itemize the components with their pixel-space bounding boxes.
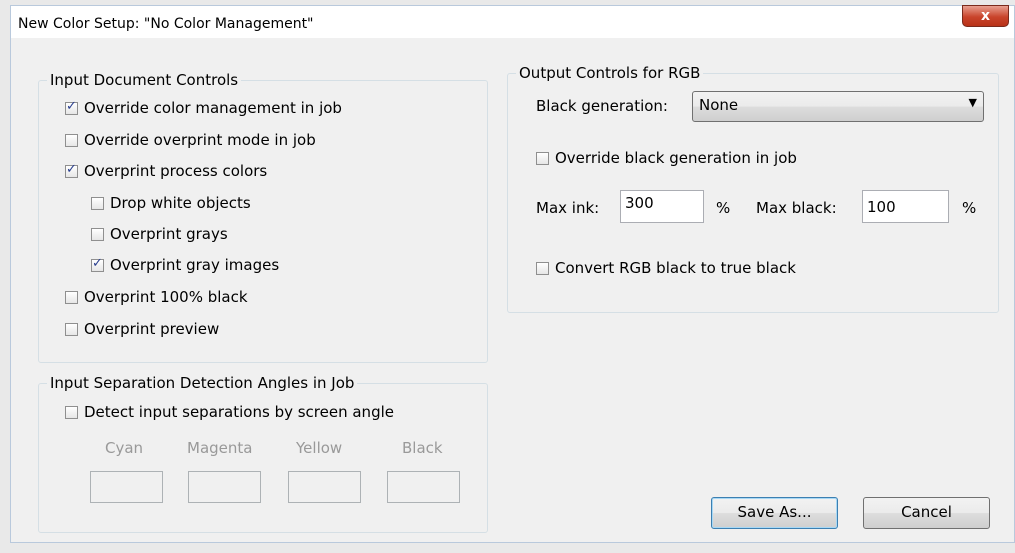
checkbox-label: Overprint gray images [110,256,280,274]
overprint-100-black-checkbox[interactable]: Overprint 100% black [65,288,248,306]
magenta-angle-input[interactable] [188,471,261,503]
checkbox-label: Convert RGB black to true black [555,259,796,277]
black-generation-select[interactable]: None ▼ [692,91,984,122]
checkbox-icon[interactable] [536,261,549,275]
drop-white-objects-checkbox[interactable]: Drop white objects [91,194,251,212]
overprint-process-colors-checkbox[interactable]: Overprint process colors [65,162,267,180]
override-overprint-mode-checkbox[interactable]: Override overprint mode in job [65,131,316,149]
separation-angles-group: Input Separation Detection Angles in Job… [38,374,488,533]
checkbox-icon[interactable] [65,162,78,178]
black-generation-value: None [699,96,739,114]
color-setup-dialog: New Color Setup: "No Color Management" x… [10,5,1015,543]
black-generation-label: Black generation: [536,97,668,115]
checkbox-icon[interactable] [65,405,78,419]
cyan-label: Cyan [105,439,144,457]
cancel-button[interactable]: Cancel [863,497,990,529]
separation-angles-legend: Input Separation Detection Angles in Job [47,374,358,392]
checkbox-icon[interactable] [91,227,104,241]
checkbox-label: Drop white objects [110,194,251,212]
max-black-label: Max black: [756,199,837,217]
dropdown-arrow-icon: ▼ [968,96,977,109]
overprint-grays-checkbox[interactable]: Overprint grays [91,225,228,243]
checkbox-icon[interactable] [65,99,78,115]
checkbox-label: Override black generation in job [555,149,797,167]
checkbox-label: Detect input separations by screen angle [84,403,394,421]
black-angle-input[interactable] [387,471,460,503]
input-document-controls-legend: Input Document Controls [47,71,242,89]
checkbox-label: Overprint grays [110,225,228,243]
checkbox-label: Override overprint mode in job [84,131,316,149]
magenta-label: Magenta [187,439,253,457]
checkbox-label: Override color management in job [84,99,342,117]
output-controls-group: Output Controls for RGB Black generation… [507,64,999,313]
checkbox-label: Overprint preview [84,320,220,338]
checkbox-icon[interactable] [65,290,78,304]
detect-separations-checkbox[interactable]: Detect input separations by screen angle [65,403,394,421]
black-label: Black [402,439,443,457]
convert-rgb-black-checkbox[interactable]: Convert RGB black to true black [536,259,796,277]
max-black-unit: % [962,199,977,217]
window-title: New Color Setup: "No Color Management" [18,16,314,32]
max-ink-input[interactable]: 300 [620,190,704,223]
checkbox-icon[interactable] [536,151,549,165]
cyan-angle-input[interactable] [90,471,163,503]
override-color-management-checkbox[interactable]: Override color management in job [65,99,342,117]
input-document-controls-group: Input Document Controls Override color m… [38,71,488,363]
checkbox-label: Overprint process colors [84,162,268,180]
dialog-content: Input Document Controls Override color m… [11,38,1014,542]
max-ink-unit: % [716,199,731,217]
save-as-button[interactable]: Save As... [711,497,838,529]
max-ink-label: Max ink: [536,199,600,217]
close-button[interactable]: x [962,5,1009,27]
output-controls-legend: Output Controls for RGB [516,64,704,82]
checkbox-icon[interactable] [91,196,104,210]
max-black-input[interactable]: 100 [862,190,949,223]
checkbox-icon[interactable] [65,133,78,147]
checkbox-label: Overprint 100% black [84,288,248,306]
checkbox-icon[interactable] [91,256,104,272]
yellow-label: Yellow [296,439,343,457]
yellow-angle-input[interactable] [288,471,361,503]
overprint-gray-images-checkbox[interactable]: Overprint gray images [91,256,279,274]
override-black-generation-checkbox[interactable]: Override black generation in job [536,149,797,167]
checkbox-icon[interactable] [65,322,78,336]
title-bar: New Color Setup: "No Color Management" x [11,5,1014,38]
overprint-preview-checkbox[interactable]: Overprint preview [65,320,219,338]
